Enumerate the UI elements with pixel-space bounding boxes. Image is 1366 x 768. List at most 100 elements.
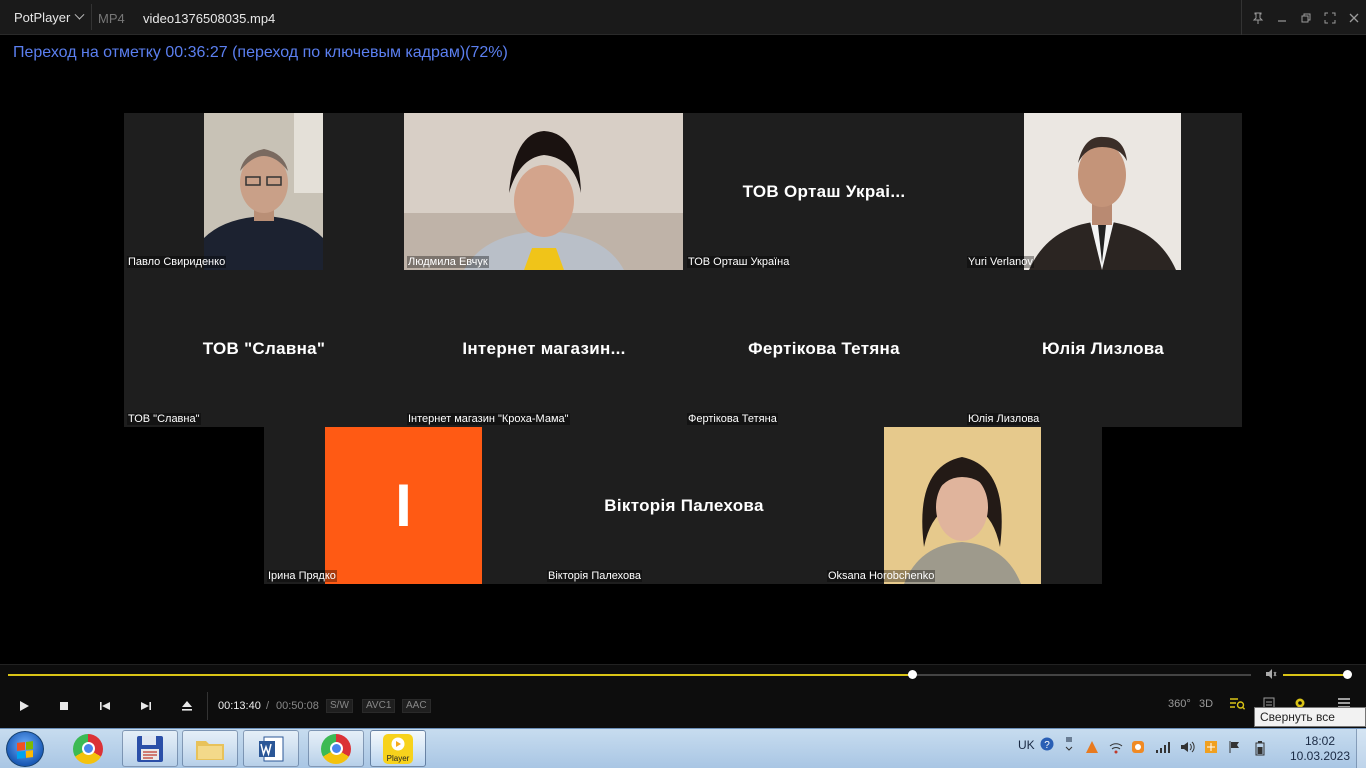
participant-tile: ТОВ Орташ Украі... ТОВ Орташ Україна	[684, 113, 964, 270]
pin-icon[interactable]	[1246, 6, 1270, 30]
app-menu-button[interactable]: PotPlayer	[6, 4, 93, 30]
control-bar: 00:13:40 / 00:50:08 S/W AVC1 AAC 360° 3D	[0, 664, 1366, 728]
system-clock[interactable]: 18:02 10.03.2023	[1282, 734, 1358, 764]
participant-display-name: ТОВ "Славна"	[202, 338, 326, 358]
clock-date: 10.03.2023	[1289, 749, 1351, 763]
participant-tile: ТОВ "Славна" ТОВ "Славна"	[124, 270, 404, 427]
svg-text:?: ?	[1044, 740, 1050, 751]
participant-display-name: Юлія Лизлова	[1041, 338, 1165, 358]
audio-codec-badge[interactable]: AAC	[402, 699, 431, 713]
participant-tile: I Ірина Прядко	[264, 427, 544, 584]
participant-tile: Yuri Verlanov	[964, 113, 1242, 270]
participant-tile: Людмила Евчук	[404, 113, 684, 270]
signal-icon[interactable]	[1155, 740, 1171, 757]
participant-video	[884, 427, 1041, 584]
volume-handle[interactable]	[1343, 670, 1352, 679]
participant-name: Фертікова Тетяна	[687, 413, 778, 425]
chrome-icon	[321, 733, 351, 764]
playlist-search-icon[interactable]	[1229, 697, 1246, 714]
language-indicator[interactable]: UK	[1018, 738, 1035, 752]
window-controls	[1241, 0, 1366, 35]
tooltip: Свернуть все окна	[1254, 707, 1366, 742]
taskbar-explorer[interactable]	[182, 730, 238, 767]
stop-button[interactable]	[49, 695, 79, 717]
avatar-letter: I	[395, 472, 412, 539]
word-icon	[259, 736, 284, 761]
participant-name: ТОВ "Славна"	[127, 413, 201, 425]
decoder-badge[interactable]: S/W	[326, 699, 353, 713]
volume-icon[interactable]	[1265, 668, 1277, 683]
format-label: MP4	[98, 11, 125, 26]
participant-name: Юлія Лизлова	[967, 413, 1041, 425]
start-button[interactable]	[6, 731, 44, 767]
seek-progress	[8, 674, 912, 676]
participant-tile: Інтернет магазин... Інтернет магазин "Кр…	[404, 270, 684, 427]
chevron-down-icon	[74, 9, 85, 20]
participant-tile: Oksana Horobchenko	[824, 427, 1102, 584]
play-icon	[20, 701, 29, 711]
seek-bar[interactable]	[8, 670, 1251, 679]
show-desktop-button[interactable]	[1356, 729, 1366, 768]
participant-name: Вікторія Палехова	[547, 570, 642, 582]
3d-button[interactable]: 3D	[1199, 698, 1213, 710]
participant-name: Ірина Прядко	[267, 570, 337, 582]
potplayer-icon: Player	[383, 733, 413, 764]
taskbar-chrome[interactable]	[60, 730, 116, 767]
taskbar: Player UK ? 18:02 10.03.2023	[0, 728, 1366, 768]
next-button[interactable]	[131, 695, 161, 717]
seek-handle[interactable]	[907, 670, 917, 679]
participant-display-name: Інтернет магазин...	[462, 338, 626, 358]
eject-button[interactable]	[172, 695, 202, 717]
video-codec-badge[interactable]: AVC1	[362, 699, 396, 713]
app-name: PotPlayer	[14, 9, 71, 25]
minimize-icon[interactable]	[1270, 6, 1294, 30]
tray-orange-icon[interactable]	[1131, 740, 1145, 757]
participant-video	[1024, 113, 1181, 270]
vr360-button[interactable]: 360°	[1168, 698, 1191, 710]
speaker-icon[interactable]	[1180, 740, 1196, 757]
video-area[interactable]: Павло Свириденко Людмила Евчук ТОВ Орташ…	[0, 36, 1366, 664]
participant-tile: Фертікова Тетяна Фертікова Тетяна	[684, 270, 964, 427]
potplayer-label: Player	[386, 753, 410, 763]
taskbar-potplayer[interactable]: Player	[370, 730, 426, 767]
participant-avatar: I	[325, 427, 482, 584]
participant-display-name: ТОВ Орташ Украі...	[742, 181, 906, 201]
show-hidden-icons[interactable]	[1064, 736, 1074, 755]
participant-name: Yuri Verlanov	[967, 256, 1034, 268]
participant-name: Oksana Horobchenko	[827, 570, 936, 582]
taskbar-word[interactable]	[243, 730, 299, 767]
osd-message: Переход на отметку 00:36:27 (переход по …	[13, 44, 508, 61]
volume-bar[interactable]	[1283, 674, 1347, 676]
participant-tile: Юлія Лизлова Юлія Лизлова	[964, 270, 1242, 427]
current-time[interactable]: 00:13:40	[218, 700, 261, 712]
participant-tile: Вікторія Палехова Вікторія Палехова	[544, 427, 824, 584]
tray-app-icon[interactable]	[1085, 740, 1099, 757]
play-button[interactable]	[9, 695, 39, 717]
fullscreen-icon[interactable]	[1318, 6, 1342, 30]
potplayer-window: PotPlayer MP4 video1376508035.mp4 Павло …	[0, 0, 1366, 768]
tray-app2-icon[interactable]	[1204, 740, 1218, 757]
close-icon[interactable]	[1342, 6, 1366, 30]
network-wifi-icon[interactable]	[1108, 740, 1124, 757]
battery-icon[interactable]	[1255, 740, 1265, 759]
previous-button[interactable]	[90, 695, 120, 717]
participant-name: Людмила Евчук	[407, 256, 489, 268]
time-divider: /	[266, 700, 270, 712]
folder-icon	[196, 740, 224, 760]
taskbar-app-save[interactable]	[122, 730, 178, 767]
participant-display-name: Фертікова Тетяна	[748, 338, 900, 358]
next-icon	[141, 702, 151, 710]
participant-name: Інтернет магазин "Кроха-Мама"	[407, 413, 570, 425]
divider	[207, 692, 208, 720]
help-icon[interactable]: ?	[1040, 737, 1054, 754]
participant-video	[404, 113, 683, 270]
taskbar-chrome-window[interactable]	[308, 730, 364, 767]
total-time[interactable]: 00:50:08	[276, 700, 319, 712]
file-name: video1376508035.mp4	[143, 11, 276, 26]
windows-logo-icon	[17, 741, 33, 759]
floppy-icon	[137, 735, 163, 762]
action-center-flag-icon[interactable]	[1228, 740, 1242, 757]
participant-name: Павло Свириденко	[127, 256, 227, 268]
restore-icon[interactable]	[1294, 6, 1318, 30]
participant-tile: Павло Свириденко	[124, 113, 404, 270]
